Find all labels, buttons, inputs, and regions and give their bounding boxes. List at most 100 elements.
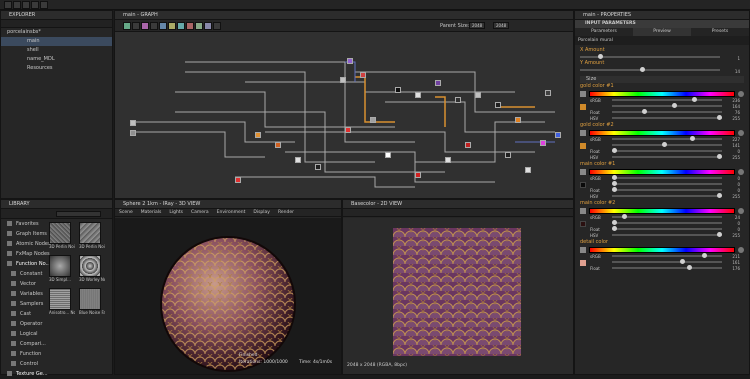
palette-icon[interactable] [738,91,744,97]
lib-cat[interactable]: Function No... [1,259,50,269]
lib-cat[interactable]: Favorites [1,219,49,229]
g-slider[interactable] [612,142,722,147]
transform-icon[interactable] [177,22,185,30]
graph-node[interactable] [275,142,281,148]
view3d-viewport[interactable]: Finished Iterations: 1000/1000 Time: 4s/… [115,218,341,374]
lib-cat[interactable]: Variables [1,289,49,299]
y-amount-slider[interactable] [580,67,720,72]
menu-display[interactable]: Display [253,209,270,217]
lib-cat[interactable]: Operator [1,319,49,329]
b-slider[interactable] [612,148,722,153]
r-slider[interactable] [612,214,722,219]
b-slider[interactable] [612,265,722,270]
b-slider[interactable] [612,187,722,192]
lib-cat[interactable]: Cast [1,309,49,319]
r-slider[interactable] [612,253,722,258]
graph-node[interactable] [130,130,136,136]
menu-lights[interactable]: Lights [169,209,183,217]
lib-cat[interactable]: Control [1,359,49,369]
menu-materials[interactable]: Materials [141,209,162,217]
graph-node[interactable] [395,87,401,93]
palette-icon[interactable] [738,169,744,175]
comment-icon[interactable] [141,22,149,30]
menu-scene[interactable]: Scene [119,209,133,217]
graph-node[interactable] [495,102,501,108]
lib-cat[interactable]: Function [1,349,49,359]
graph-node[interactable] [545,90,551,96]
save-icon[interactable] [22,1,30,9]
warp-icon[interactable] [195,22,203,30]
package-row[interactable]: porcelainsbs* [1,28,112,37]
preset-select[interactable]: Porcelain mural [575,36,749,45]
lib-cat[interactable]: Compari... [1,339,49,349]
input-params-section[interactable]: INPUT PARAMETERS [575,20,749,28]
size-x-select[interactable]: 2048 [469,22,485,29]
tree-item-main[interactable]: main [1,37,112,46]
lib-cat[interactable]: Graph Items [1,229,49,239]
g-slider[interactable] [612,181,722,186]
r-slider[interactable] [612,175,722,180]
graph-node[interactable] [465,142,471,148]
eyedropper-icon[interactable] [580,130,586,136]
size-section[interactable]: Size [580,76,744,83]
eyedropper-icon[interactable] [580,247,586,253]
levels-icon[interactable] [168,22,176,30]
r-slider[interactable] [612,97,722,102]
node-icon[interactable] [123,22,131,30]
size-y-select[interactable]: 2048 [493,22,509,29]
a-slider[interactable] [612,232,722,237]
graph-node[interactable] [525,167,531,173]
slider-handle[interactable] [640,67,645,72]
open-icon[interactable] [13,1,21,9]
lib-cat[interactable]: Texture Ge... [1,369,49,379]
b-slider[interactable] [612,226,722,231]
undo-icon[interactable] [31,1,39,9]
eyedropper-icon[interactable] [580,91,586,97]
palette-icon[interactable] [738,247,744,253]
hue-gradient[interactable] [589,91,735,97]
graph-node[interactable] [295,157,301,163]
graph-node[interactable] [455,97,461,103]
lib-cat[interactable]: Constant [1,269,49,279]
tab-preview[interactable]: Preview [633,28,691,36]
graph-node[interactable] [255,132,261,138]
slider-handle[interactable] [598,54,603,59]
palette-icon[interactable] [738,208,744,214]
thumb-item[interactable]: 3D Simpl... [49,255,75,282]
tree-item-shell[interactable]: shell [1,46,112,55]
hue-gradient[interactable] [589,169,735,175]
graph-node[interactable] [415,172,421,178]
graph-node[interactable] [540,140,546,146]
menu-render[interactable]: Render [278,209,294,217]
lib-cat[interactable]: Atomic Nodes [1,239,51,249]
g-slider[interactable] [612,103,722,108]
a-slider[interactable] [612,154,722,159]
lib-cat[interactable]: Samplers [1,299,49,309]
graph-node[interactable] [370,117,376,123]
a-slider[interactable] [612,193,722,198]
graph-node[interactable] [347,58,353,64]
graph-node[interactable] [345,127,351,133]
graph-node[interactable] [340,77,346,83]
palette-icon[interactable] [738,130,744,136]
graph-node[interactable] [315,164,321,170]
eyedropper-icon[interactable] [580,169,586,175]
tab-parameters[interactable]: Parameters [575,28,633,36]
tree-item-resources[interactable]: Resources [1,64,112,73]
b-slider[interactable] [612,109,722,114]
graph-node[interactable] [445,157,451,163]
hue-gradient[interactable] [589,130,735,136]
a-slider[interactable] [612,115,722,120]
graph-node[interactable] [515,117,521,123]
frame-icon[interactable] [132,22,140,30]
library-search-input[interactable] [56,211,101,217]
tab-presets[interactable]: Presets [691,28,749,36]
graph-node[interactable] [235,177,241,183]
thumb-item[interactable]: 3D Perlin Noise ... [79,222,105,249]
hue-gradient[interactable] [589,208,735,214]
pin-icon[interactable] [150,22,158,30]
normal-icon[interactable] [204,22,212,30]
menu-camera[interactable]: Camera [191,209,209,217]
thumb-item[interactable]: 3D Perlin Noise [49,222,75,249]
graph-node[interactable] [555,132,561,138]
